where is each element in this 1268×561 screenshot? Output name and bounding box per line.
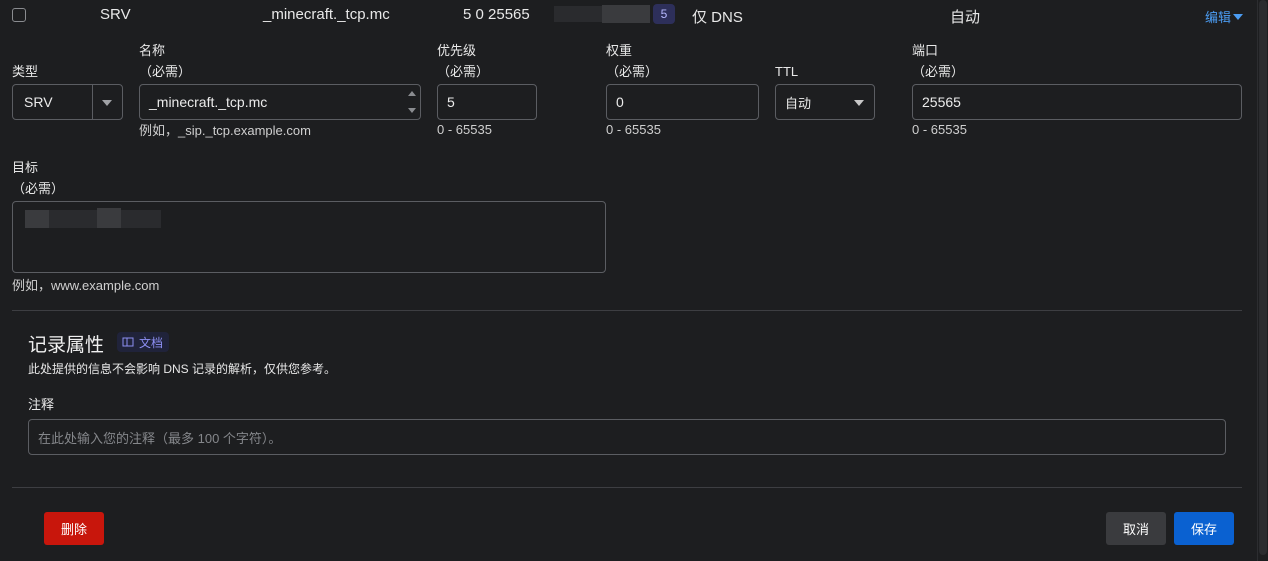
- port-required: （必需）: [912, 64, 965, 79]
- type-select[interactable]: SRV: [12, 84, 123, 120]
- redacted-target-3: [97, 208, 121, 228]
- target-required: （必需）: [12, 181, 65, 196]
- section-divider: [12, 310, 1242, 311]
- record-row: SRV _minecraft._tcp.mc 5 0 25565 5 仅 DNS…: [0, 0, 1258, 30]
- footer-divider: [12, 487, 1242, 488]
- cancel-button[interactable]: 取消: [1106, 512, 1166, 545]
- resize-arrows-icon: [408, 91, 416, 113]
- priority-input[interactable]: 5: [437, 84, 537, 120]
- port-range: 0 - 65535: [912, 122, 967, 137]
- row-name: _minecraft._tcp.mc: [263, 6, 390, 23]
- port-input[interactable]: 25565: [912, 84, 1242, 120]
- redacted-target: [25, 210, 49, 228]
- chevron-down-icon: [102, 100, 112, 106]
- target-textarea[interactable]: [12, 201, 606, 273]
- attributes-description: 此处提供的信息不会影响 DNS 记录的解析，仅供您参考。: [28, 362, 337, 376]
- priority-input-value: 5: [447, 94, 455, 110]
- row-proxy-status: 仅 DNS: [692, 9, 743, 26]
- redacted-target-4: [121, 210, 161, 228]
- priority-label: 优先级: [437, 43, 477, 58]
- port-label: 端口: [912, 43, 939, 58]
- priority-required: （必需）: [437, 64, 490, 79]
- redacted-content: [554, 6, 602, 22]
- weight-input-value: 0: [616, 94, 624, 110]
- weight-required: （必需）: [606, 64, 659, 79]
- edit-link[interactable]: 编辑: [1205, 7, 1244, 26]
- comment-input[interactable]: 在此处输入您的注释（最多 100 个字符）。: [28, 419, 1226, 455]
- weight-label: 权重: [606, 43, 633, 58]
- delete-button[interactable]: 删除: [44, 512, 104, 545]
- row-select-checkbox[interactable]: [12, 8, 26, 22]
- target-label: 目标: [12, 160, 39, 175]
- chevron-down-icon: [854, 100, 864, 106]
- attributes-title: 记录属性: [28, 335, 105, 356]
- scrollbar-thumb[interactable]: [1259, 0, 1267, 555]
- row-content: 5 0 25565: [463, 6, 530, 23]
- redacted-target-2: [49, 210, 97, 228]
- name-input[interactable]: _minecraft._tcp.mc: [139, 84, 421, 120]
- type-select-divider: [92, 85, 93, 119]
- weight-input[interactable]: 0: [606, 84, 759, 120]
- row-type: SRV: [100, 6, 131, 23]
- type-label: 类型: [12, 64, 39, 79]
- external-link-icon: [122, 337, 134, 347]
- ttl-select-value: 自动: [785, 95, 812, 111]
- name-required: （必需）: [139, 64, 192, 79]
- redacted-content-2: [602, 5, 650, 23]
- priority-range: 0 - 65535: [437, 122, 492, 137]
- count-badge: 5: [653, 4, 675, 24]
- docs-link[interactable]: 文档: [117, 332, 170, 352]
- target-hint: 例如，www.example.com: [12, 278, 160, 293]
- ttl-label: TTL: [775, 64, 799, 79]
- row-ttl: 自动: [950, 9, 981, 26]
- comment-placeholder: 在此处输入您的注释（最多 100 个字符）。: [38, 430, 282, 446]
- vertical-scrollbar[interactable]: [1257, 0, 1268, 561]
- caret-down-icon: [1233, 13, 1244, 20]
- weight-range: 0 - 65535: [606, 122, 661, 137]
- type-select-value: SRV: [24, 94, 53, 110]
- port-input-value: 25565: [922, 94, 961, 110]
- name-label: 名称: [139, 43, 166, 58]
- name-hint: 例如，_sip._tcp.example.com: [139, 123, 311, 138]
- comment-label: 注释: [28, 397, 55, 412]
- save-button[interactable]: 保存: [1174, 512, 1234, 545]
- ttl-select[interactable]: 自动: [775, 84, 875, 120]
- name-input-value: _minecraft._tcp.mc: [149, 94, 268, 110]
